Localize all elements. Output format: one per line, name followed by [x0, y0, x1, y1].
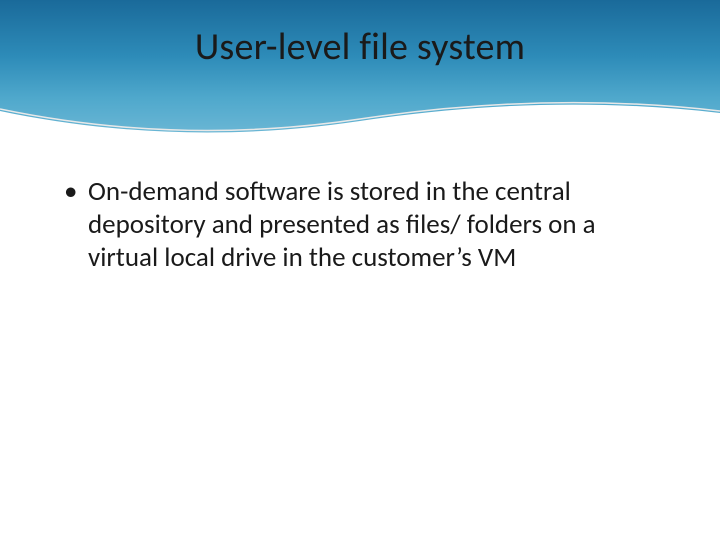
slide-header: User-level file system	[0, 0, 720, 140]
slide-content: On-demand software is stored in the cent…	[0, 140, 720, 275]
slide-title: User-level file system	[0, 24, 720, 70]
wave-decoration	[0, 91, 720, 141]
bullet-item: On-demand software is stored in the cent…	[64, 176, 656, 275]
bullet-list: On-demand software is stored in the cent…	[64, 176, 656, 275]
